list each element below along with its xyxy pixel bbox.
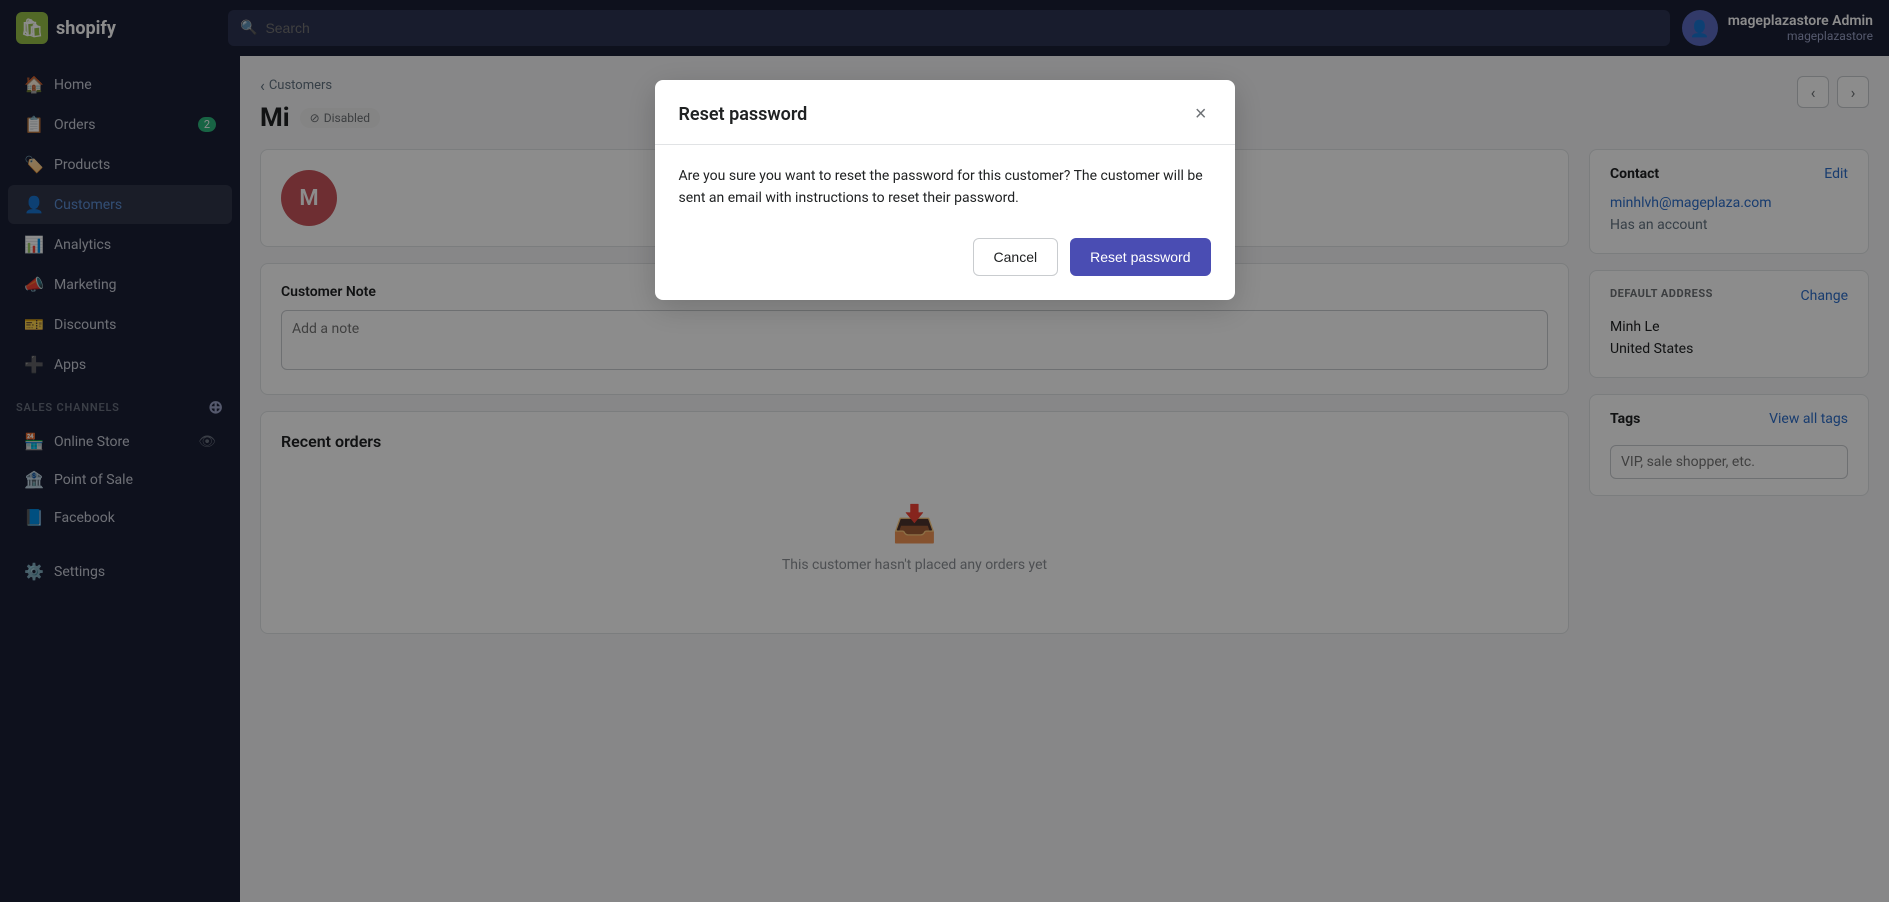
modal-overlay: Reset password × Are you sure you want t… <box>0 0 1889 902</box>
modal-title: Reset password <box>679 104 808 125</box>
modal-header: Reset password × <box>655 80 1235 145</box>
reset-password-button[interactable]: Reset password <box>1070 238 1210 276</box>
cancel-button[interactable]: Cancel <box>973 238 1059 276</box>
modal-body: Are you sure you want to reset the passw… <box>655 145 1235 238</box>
modal-close-button[interactable]: × <box>1191 100 1211 128</box>
modal-footer: Cancel Reset password <box>655 238 1235 300</box>
reset-password-modal: Reset password × Are you sure you want t… <box>655 80 1235 300</box>
modal-body-text: Are you sure you want to reset the passw… <box>679 165 1211 210</box>
